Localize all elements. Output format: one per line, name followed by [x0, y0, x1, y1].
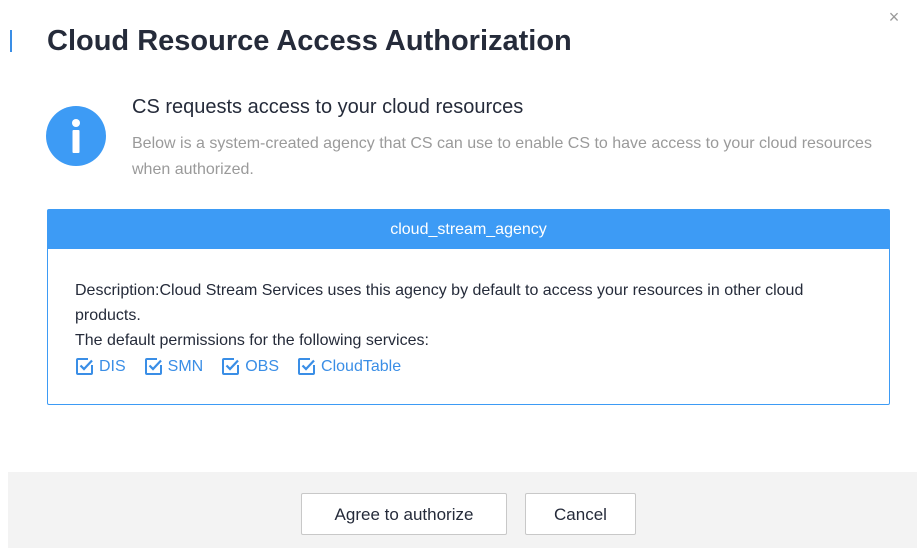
- permission-obs[interactable]: OBS: [221, 354, 279, 379]
- request-heading: CS requests access to your cloud resourc…: [132, 96, 524, 118]
- agency-panel: cloud_stream_agency Description:Cloud St…: [47, 209, 890, 405]
- permission-smn[interactable]: SMN: [144, 354, 204, 379]
- checkbox-checked-icon: [298, 357, 316, 375]
- checkbox-checked-icon: [76, 357, 93, 375]
- permission-label: DIS: [99, 357, 126, 375]
- permission-label: OBS: [245, 357, 280, 375]
- dialog-title: Cloud Resource Access Authorization: [47, 25, 572, 57]
- checkbox-checked-icon: [222, 357, 240, 375]
- cancel-button[interactable]: Cancel: [525, 493, 636, 535]
- agency-description: Description:Cloud Stream Services uses t…: [75, 282, 804, 324]
- permission-dis[interactable]: DIS: [75, 354, 126, 379]
- permissions-label: The default permissions for the followin…: [75, 332, 429, 349]
- info-icon: [46, 106, 106, 166]
- dialog-footer: Agree to authorize Cancel: [8, 472, 917, 548]
- permissions-list: DIS SMN OBS CloudTable: [75, 353, 862, 379]
- close-icon[interactable]: ×: [885, 8, 903, 26]
- checkbox-checked-icon: [144, 357, 162, 375]
- agree-to-authorize-button[interactable]: Agree to authorize: [301, 493, 507, 535]
- permission-label: CloudTable: [321, 357, 402, 375]
- permission-label: SMN: [167, 357, 204, 375]
- permission-cloudtable[interactable]: CloudTable: [297, 354, 401, 379]
- authorization-dialog: Cloud Resource Access Authorization × CS…: [0, 0, 917, 548]
- request-description: Below is a system-created agency that CS…: [132, 135, 872, 178]
- agency-body: Description:Cloud Stream Services uses t…: [48, 249, 889, 379]
- agency-name: cloud_stream_agency: [48, 210, 889, 249]
- title-accent-bar: [10, 30, 12, 52]
